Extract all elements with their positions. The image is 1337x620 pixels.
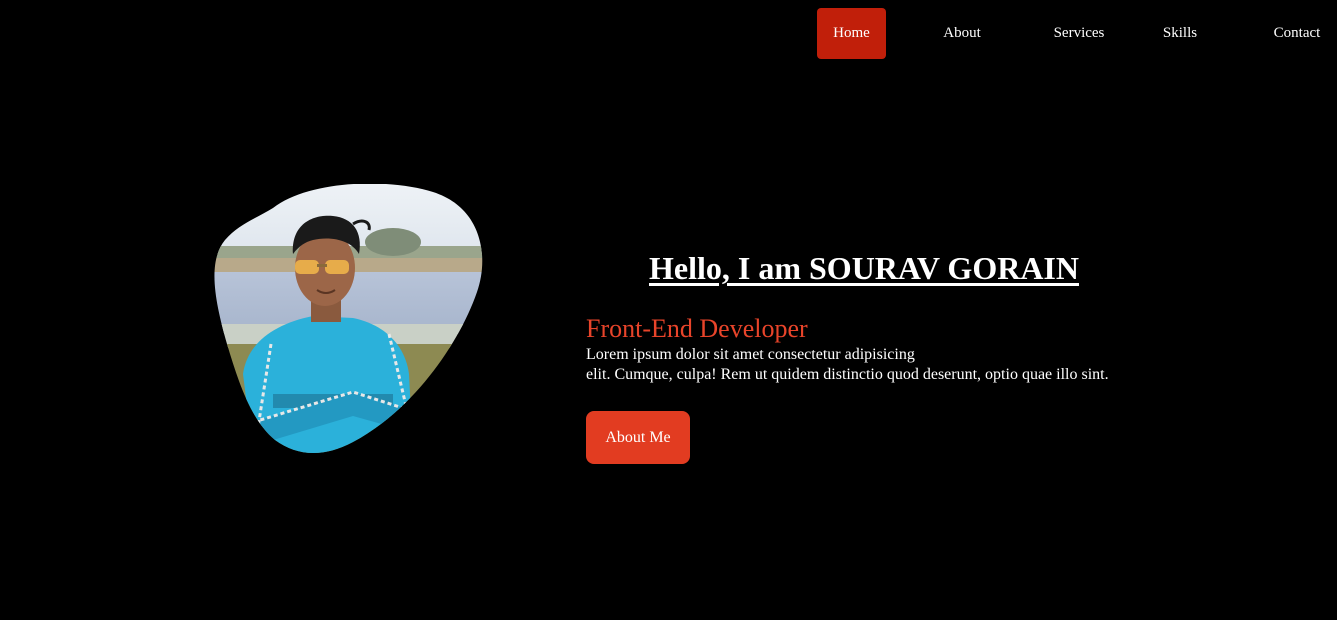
hero-description-line-1: Lorem ipsum dolor sit amet consectetur a… — [586, 346, 915, 363]
nav-contact[interactable]: Contact — [1266, 8, 1328, 59]
profile-photo — [213, 184, 483, 454]
nav-home[interactable]: Home — [817, 8, 886, 59]
hero-description-line-2: elit. Cumque, culpa! Rem ut quidem disti… — [586, 366, 1109, 383]
top-nav: Home About Services Skills Contact — [0, 8, 1337, 59]
hero-role: Front-End Developer — [586, 314, 808, 343]
nav-skills[interactable]: Skills — [1156, 8, 1204, 59]
hero-title: Hello, I am SOURAV GORAIN — [649, 250, 1079, 286]
hero-description: Lorem ipsum dolor sit amet consectetur a… — [586, 345, 1109, 385]
nav-services[interactable]: Services — [1046, 8, 1112, 59]
about-me-button[interactable]: About Me — [586, 411, 690, 464]
nav-about[interactable]: About — [930, 8, 994, 59]
